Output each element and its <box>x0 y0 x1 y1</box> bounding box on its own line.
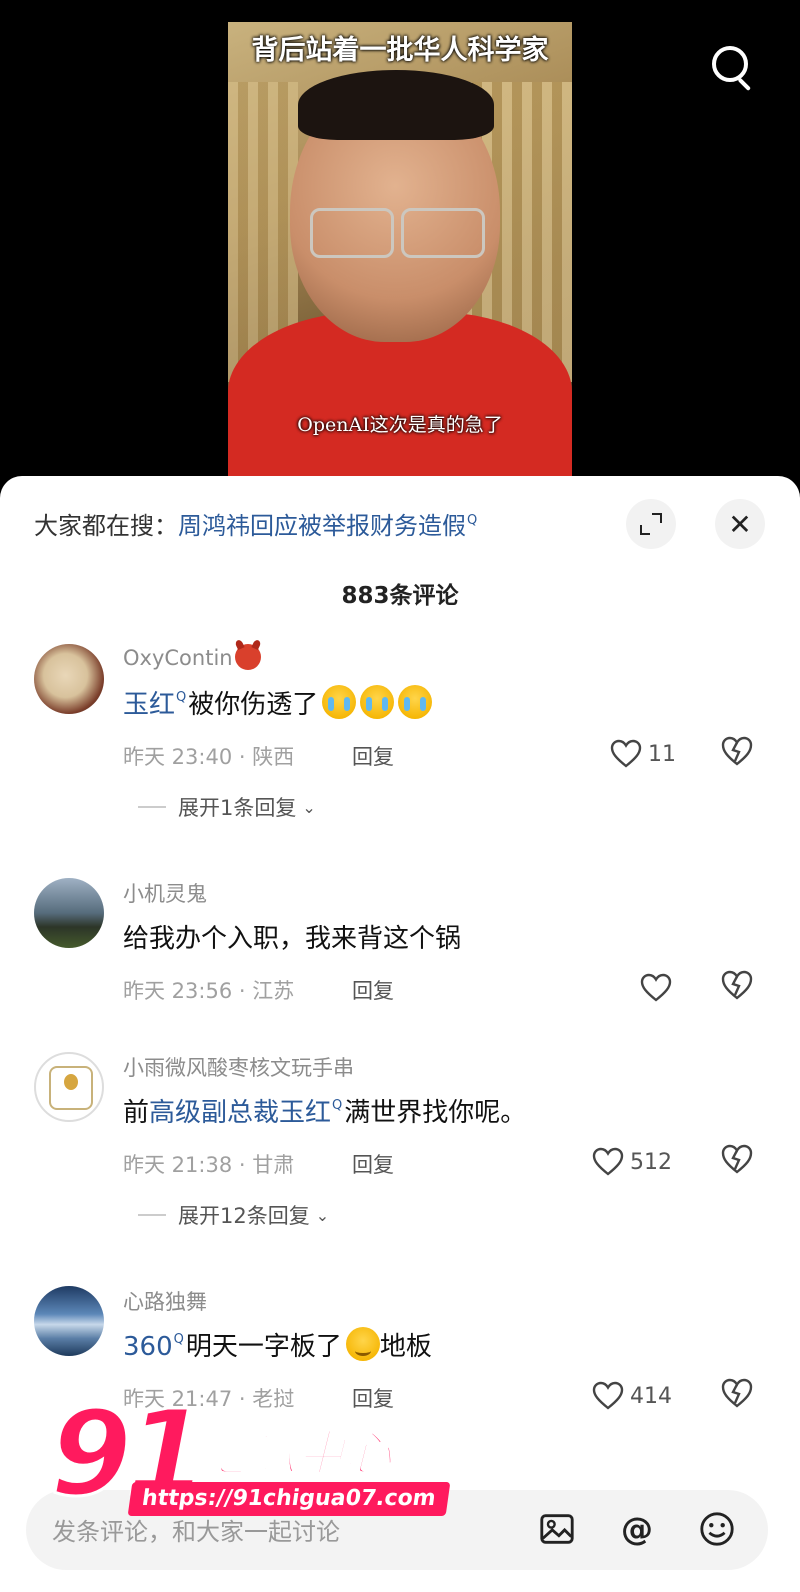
search-small-icon: Q <box>173 1332 184 1347</box>
reply-button[interactable]: 回复 <box>352 1383 394 1413</box>
dislike-icon[interactable] <box>720 1376 754 1410</box>
like-button[interactable]: 11 <box>610 734 676 774</box>
comment-sheet: 大家都在搜：周鸿祎回应被举报财务造假Q ✕ 883条评论 OxyContin 玉… <box>0 476 800 1592</box>
dislike-icon[interactable] <box>720 734 754 768</box>
like-count: 414 <box>630 1383 672 1409</box>
at-icon[interactable]: @ <box>616 1508 658 1550</box>
search-small-icon: Q <box>176 690 187 705</box>
chevron-down-icon: ⌄ <box>315 1205 330 1225</box>
like-button[interactable] <box>640 968 678 1008</box>
video-frame[interactable]: 背后站着一批华人科学家 OpenAI这次是真的急了 <box>228 22 572 490</box>
like-button[interactable]: 512 <box>592 1142 672 1182</box>
comment-username[interactable]: 小机灵鬼 <box>123 878 207 908</box>
comment-username[interactable]: OxyContin <box>123 644 261 670</box>
image-icon[interactable] <box>536 1508 578 1550</box>
reply-button[interactable]: 回复 <box>352 975 394 1005</box>
avatar[interactable] <box>34 644 104 714</box>
smile-emoji-icon <box>345 1327 380 1361</box>
comment-text: 玉红Q被你伤透了 <box>123 684 433 721</box>
trending-search-prefix: 大家都在搜： <box>34 512 178 540</box>
like-count: 11 <box>648 741 676 767</box>
search-icon[interactable] <box>710 44 756 92</box>
person-hair <box>298 70 494 140</box>
video-headline: 背后站着一批华人科学家 <box>251 35 549 66</box>
emoji-icon[interactable] <box>696 1508 738 1550</box>
reply-button[interactable]: 回复 <box>352 741 394 771</box>
comment-text: 给我办个入职，我来背这个锅 <box>123 924 462 954</box>
comment-meta: 昨天 23:56 · 江苏 <box>123 979 295 1003</box>
reply-button[interactable]: 回复 <box>352 1149 394 1179</box>
crying-emoji-icon <box>398 685 433 719</box>
avatar[interactable] <box>34 1286 104 1356</box>
person-glasses <box>310 208 485 258</box>
heart-icon <box>592 1381 624 1411</box>
dislike-icon[interactable] <box>720 968 754 1002</box>
heart-icon <box>640 973 672 1003</box>
like-count: 512 <box>630 1149 672 1175</box>
comment-meta: 昨天 21:47 · 老挝 <box>123 1387 295 1411</box>
comment-input[interactable]: 发条评论，和大家一起讨论 @ <box>26 1490 768 1570</box>
divider <box>138 806 166 808</box>
comment-text: 前高级副总裁玉红Q满世界找你呢。 <box>123 1098 527 1128</box>
comment-link[interactable]: 360 <box>123 1332 173 1362</box>
comment-username[interactable]: 心路独舞 <box>123 1286 207 1316</box>
comment-count: 883条评论 <box>341 583 459 609</box>
avatar[interactable] <box>34 1052 104 1122</box>
comment-meta: 昨天 23:40 · 陕西 <box>123 745 295 769</box>
chevron-down-icon: ⌄ <box>302 797 316 817</box>
like-button[interactable]: 414 <box>592 1376 672 1416</box>
dislike-icon[interactable] <box>720 1142 754 1176</box>
divider <box>138 1214 166 1216</box>
expand-icon <box>640 513 662 535</box>
expand-replies[interactable]: 展开12条回复 ⌄ <box>138 1200 329 1230</box>
heart-icon <box>610 739 642 769</box>
trending-search-query[interactable]: 周鸿祎回应被举报财务造假 <box>178 512 466 540</box>
avatar[interactable] <box>34 878 104 948</box>
video-caption: OpenAI这次是真的急了 <box>297 414 503 436</box>
expand-button[interactable] <box>626 499 676 549</box>
heart-icon <box>592 1147 624 1177</box>
comment-meta: 昨天 21:38 · 甘肃 <box>123 1153 295 1177</box>
video-player[interactable]: 背后站着一批华人科学家 OpenAI这次是真的急了 <box>0 0 800 490</box>
crying-emoji-icon <box>360 685 395 719</box>
comment-text: 360Q明天一字板了 地板 <box>123 1326 432 1363</box>
comment-input-placeholder: 发条评论，和大家一起讨论 <box>52 1518 340 1546</box>
devil-emoji-icon <box>234 644 261 670</box>
comment-link[interactable]: 高级副总裁玉红 <box>149 1098 331 1128</box>
comment-username[interactable]: 小雨微风酸枣核文玩手串 <box>123 1052 354 1082</box>
comment-input-bar: 发条评论，和大家一起讨论 @ <box>0 1480 800 1592</box>
comment-link[interactable]: 玉红 <box>123 690 175 720</box>
crying-emoji-icon <box>322 685 357 719</box>
search-small-icon: Q <box>467 513 478 528</box>
close-button[interactable]: ✕ <box>715 499 765 549</box>
search-small-icon: Q <box>332 1098 343 1113</box>
expand-replies[interactable]: 展开1条回复 ⌄ <box>138 792 316 822</box>
close-icon: ✕ <box>728 507 752 541</box>
trending-search[interactable]: 大家都在搜：周鸿祎回应被举报财务造假Q <box>34 506 477 541</box>
